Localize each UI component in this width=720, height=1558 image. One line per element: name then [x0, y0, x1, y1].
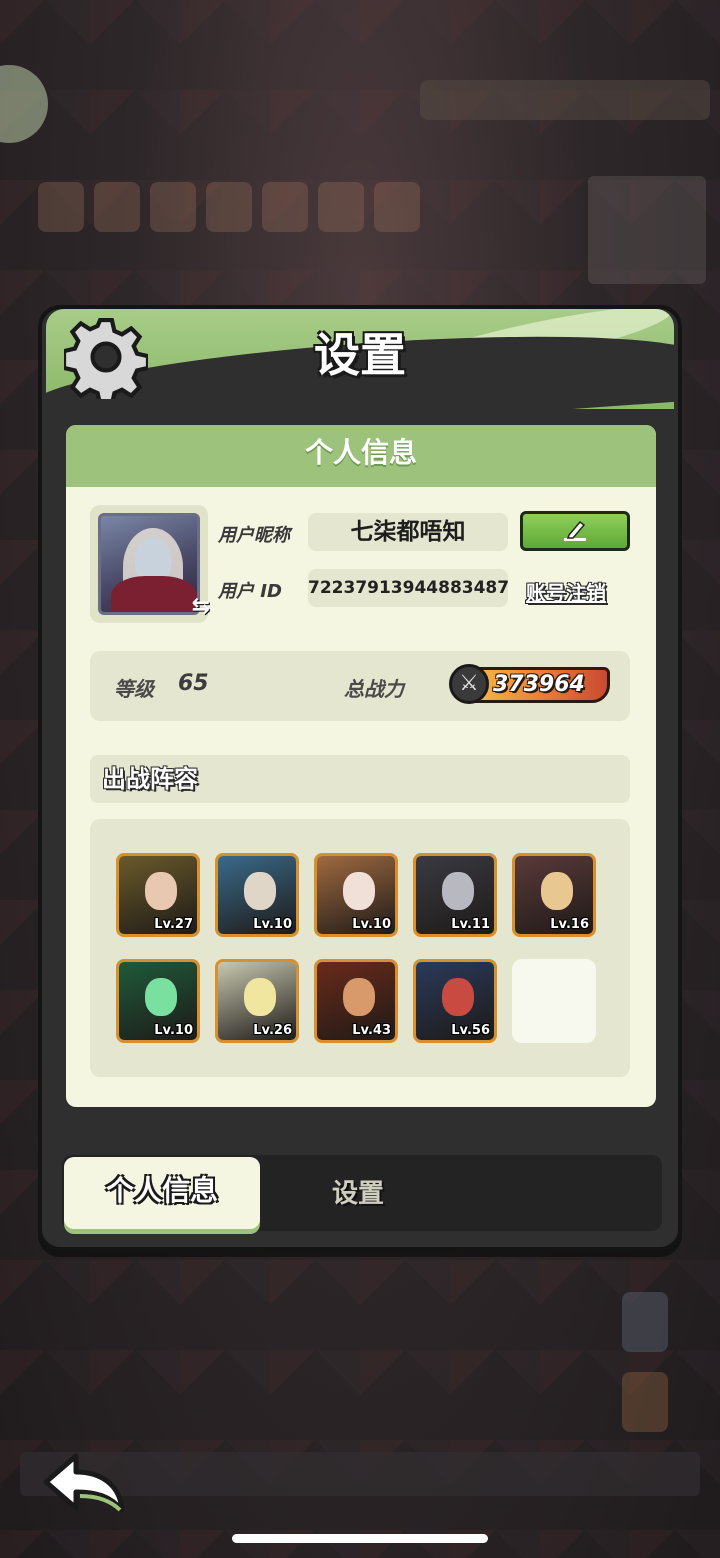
background-hud — [420, 80, 710, 120]
crossed-swords-icon: ⚔ — [449, 664, 489, 704]
gear-icon — [64, 317, 148, 399]
background-icon-row — [38, 182, 420, 232]
stats-bar: 等级 65 总战力 ⚔ 373964 — [90, 651, 630, 721]
level-label: 等级 — [114, 677, 154, 701]
swap-avatar-icon[interactable]: ⇆ — [192, 594, 210, 619]
edit-nickname-button[interactable] — [520, 511, 630, 551]
hero-card[interactable]: Lv.10 — [116, 959, 200, 1043]
background-character — [622, 1292, 668, 1352]
hero-card[interactable]: Lv.10 — [215, 853, 299, 937]
hero-level: Lv.43 — [352, 1023, 391, 1038]
hero-level: Lv.10 — [352, 917, 391, 932]
hero-level: Lv.26 — [253, 1023, 292, 1038]
background-minimap — [588, 176, 706, 284]
hero-face — [442, 978, 474, 1016]
cancel-account-link[interactable]: 账号注销 — [526, 577, 606, 606]
lineup-title: 出战阵容 — [90, 755, 630, 803]
hero-card[interactable]: Lv.27 — [116, 853, 200, 937]
power-value: 373964 — [493, 672, 585, 697]
home-indicator — [232, 1534, 488, 1543]
avatar-frame[interactable]: ⇆ — [90, 505, 210, 623]
hero-level: Lv.56 — [451, 1023, 490, 1038]
hero-level: Lv.10 — [253, 917, 292, 932]
avatar[interactable] — [98, 513, 200, 615]
hero-card[interactable]: Lv.43 — [314, 959, 398, 1043]
power-label: 总战力 — [344, 677, 404, 701]
nickname-field: 七柒都唔知 — [308, 513, 508, 551]
personal-info-content: 个人信息 ⇆ 用户昵称 七柒都唔知 用户 ID 7223791394488348… — [66, 425, 656, 1107]
section-title: 个人信息 — [66, 425, 656, 487]
tab-personal-info[interactable]: 个人信息 — [64, 1157, 260, 1229]
hero-level: Lv.27 — [154, 917, 193, 932]
hero-face — [541, 872, 573, 910]
level-value: 65 — [178, 671, 209, 696]
hero-face — [244, 872, 276, 910]
hero-card[interactable]: Lv.26 — [215, 959, 299, 1043]
user-id-label: 用户 ID — [218, 581, 282, 602]
nickname-label: 用户昵称 — [218, 525, 290, 546]
lineup-grid: Lv.27 Lv.10 Lv.10 Lv.11 Lv.16 Lv.10 Lv.26 Lv.43… — [90, 819, 630, 1077]
hero-level: Lv.16 — [550, 917, 589, 932]
tab-settings[interactable]: 设置 — [332, 1173, 384, 1210]
pencil-icon — [564, 520, 586, 541]
background-character — [622, 1372, 668, 1432]
hero-card[interactable]: Lv.16 — [512, 853, 596, 937]
settings-panel: 设置 个人信息 ⇆ 用户昵称 七柒都唔知 用户 ID 7223791394488… — [38, 305, 682, 1251]
power-badge: ⚔ 373964 — [449, 664, 610, 704]
tab-bar: 个人信息 设置 — [62, 1155, 662, 1231]
hero-face — [343, 978, 375, 1016]
hero-card[interactable]: Lv.56 — [413, 959, 497, 1043]
hero-card[interactable]: Lv.10 — [314, 853, 398, 937]
hero-level: Lv.11 — [451, 917, 490, 932]
user-id-field: 72237913944883487 — [308, 569, 509, 607]
hero-face — [442, 872, 474, 910]
hero-level: Lv.10 — [154, 1023, 193, 1038]
hero-face — [343, 872, 375, 910]
empty-hero-slot[interactable] — [512, 959, 596, 1043]
profile-row: ⇆ 用户昵称 七柒都唔知 用户 ID 72237913944883487 账号注… — [90, 505, 630, 625]
hero-card[interactable]: Lv.11 — [413, 853, 497, 937]
back-arrow-icon[interactable] — [40, 1452, 126, 1518]
hero-face — [244, 978, 276, 1016]
hero-face — [145, 978, 177, 1016]
hero-face — [145, 872, 177, 910]
